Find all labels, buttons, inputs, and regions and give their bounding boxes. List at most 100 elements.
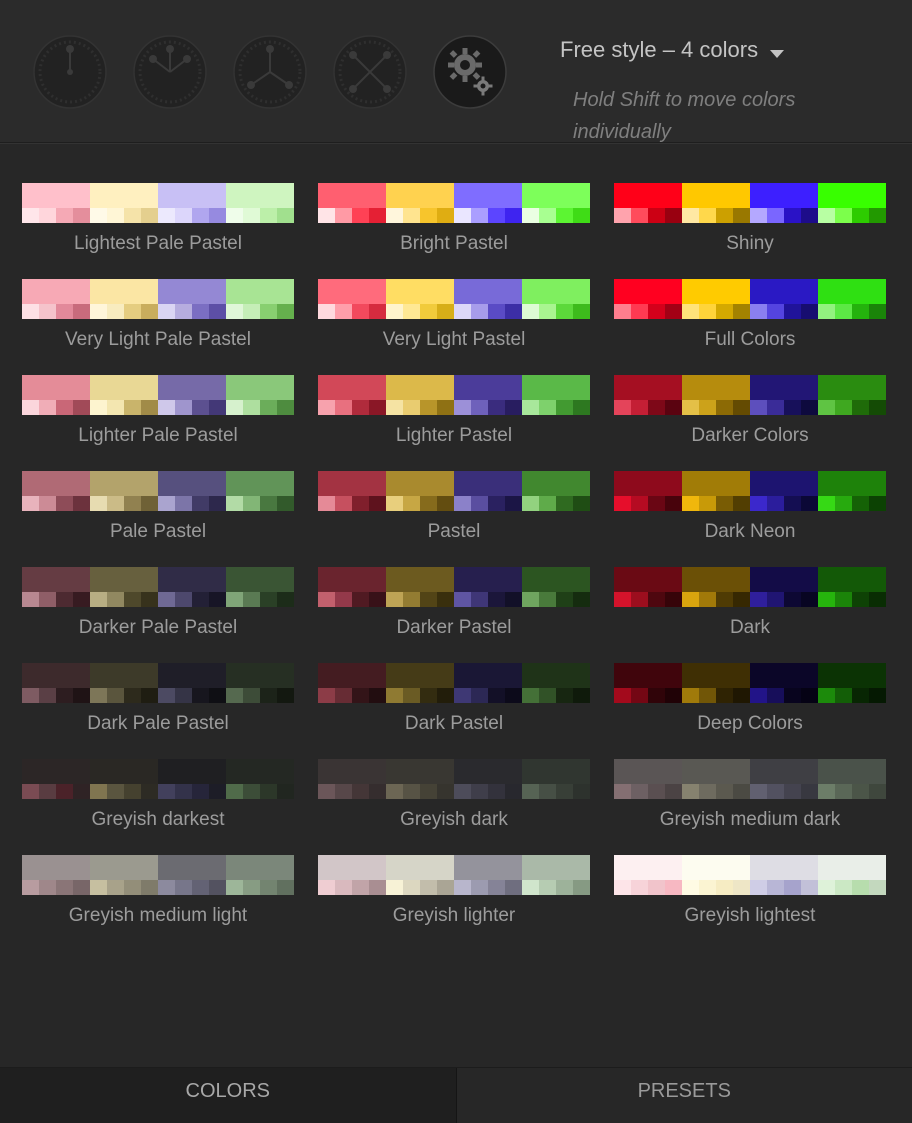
color-swatch — [318, 567, 386, 607]
main-color-swatch — [90, 183, 158, 208]
preset-item[interactable]: Darker Pastel — [318, 567, 590, 645]
preset-item[interactable]: Greyish lighter — [318, 855, 590, 933]
shade-swatch — [420, 304, 437, 319]
shade-swatch — [665, 208, 682, 223]
main-color-swatch — [682, 663, 750, 688]
shade-row — [818, 880, 886, 895]
preset-item[interactable]: Greyish medium light — [22, 855, 294, 933]
shade-swatch — [335, 688, 352, 703]
shade-row — [454, 592, 522, 607]
shade-row — [318, 304, 386, 319]
wheel-3-colors-icon[interactable] — [233, 35, 307, 109]
preset-item[interactable]: Lightest Pale Pastel — [22, 183, 294, 261]
preset-item[interactable]: Greyish lightest — [614, 855, 886, 933]
wheel-4-colors-icon[interactable] — [333, 35, 407, 109]
color-swatch — [818, 663, 886, 703]
shade-swatch — [90, 688, 107, 703]
preset-item[interactable]: Pastel — [318, 471, 590, 549]
shade-swatch — [454, 208, 471, 223]
color-swatch — [454, 279, 522, 319]
shade-row — [750, 592, 818, 607]
preset-item[interactable]: Darker Pale Pastel — [22, 567, 294, 645]
color-swatch — [90, 759, 158, 799]
shade-swatch — [420, 688, 437, 703]
main-color-swatch — [318, 183, 386, 208]
color-swatch — [22, 375, 90, 415]
mode-dropdown[interactable]: Free style – 4 colors — [560, 36, 784, 64]
preset-item[interactable]: Dark Neon — [614, 471, 886, 549]
shade-swatch — [784, 880, 801, 895]
main-color-swatch — [226, 567, 294, 592]
shade-swatch — [539, 592, 556, 607]
shade-row — [318, 496, 386, 511]
preset-item[interactable]: Dark Pale Pastel — [22, 663, 294, 741]
shade-swatch — [192, 592, 209, 607]
color-swatch — [318, 759, 386, 799]
shade-swatch — [386, 880, 403, 895]
preset-item[interactable]: Very Light Pale Pastel — [22, 279, 294, 357]
shade-swatch — [767, 304, 784, 319]
shade-swatch — [488, 688, 505, 703]
preset-item[interactable]: Greyish dark — [318, 759, 590, 837]
shade-swatch — [648, 784, 665, 799]
tab-colors[interactable]: COLORS — [0, 1068, 456, 1123]
preset-swatch-strip — [318, 567, 590, 607]
color-swatch — [454, 471, 522, 511]
preset-item[interactable]: Dark — [614, 567, 886, 645]
preset-item[interactable]: Very Light Pastel — [318, 279, 590, 357]
preset-item[interactable]: Greyish darkest — [22, 759, 294, 837]
shade-row — [22, 784, 90, 799]
shade-swatch — [852, 304, 869, 319]
shade-row — [454, 784, 522, 799]
tab-presets[interactable]: PRESETS — [456, 1068, 912, 1123]
main-color-swatch — [614, 471, 682, 496]
shade-swatch — [73, 688, 90, 703]
shade-swatch — [522, 496, 539, 511]
color-swatch — [226, 183, 294, 223]
shade-swatch — [682, 784, 699, 799]
shade-swatch — [682, 304, 699, 319]
shade-swatch — [90, 400, 107, 415]
preset-item[interactable]: Deep Colors — [614, 663, 886, 741]
shade-swatch — [614, 496, 631, 511]
shade-swatch — [522, 208, 539, 223]
shade-swatch — [750, 688, 767, 703]
preset-item[interactable]: Full Colors — [614, 279, 886, 357]
color-swatch — [22, 471, 90, 511]
shade-swatch — [556, 400, 573, 415]
shade-swatch — [141, 784, 158, 799]
preset-swatch-strip — [614, 279, 886, 319]
shade-swatch — [22, 784, 39, 799]
shade-swatch — [471, 784, 488, 799]
wheel-2-colors-icon[interactable] — [133, 35, 207, 109]
shade-row — [682, 592, 750, 607]
preset-item[interactable]: Lighter Pale Pastel — [22, 375, 294, 453]
main-color-swatch — [318, 855, 386, 880]
shade-swatch — [573, 304, 590, 319]
preset-item[interactable]: Shiny — [614, 183, 886, 261]
preset-item[interactable]: Pale Pastel — [22, 471, 294, 549]
shade-swatch — [437, 496, 454, 511]
shade-swatch — [141, 208, 158, 223]
preset-item[interactable]: Greyish medium dark — [614, 759, 886, 837]
shade-swatch — [852, 880, 869, 895]
shade-row — [614, 304, 682, 319]
shade-swatch — [614, 400, 631, 415]
preset-item[interactable]: Dark Pastel — [318, 663, 590, 741]
shade-swatch — [192, 784, 209, 799]
shade-row — [454, 208, 522, 223]
color-swatch — [750, 471, 818, 511]
color-swatch — [522, 759, 590, 799]
shade-row — [818, 688, 886, 703]
wheel-1-color-icon[interactable] — [33, 35, 107, 109]
preset-swatch-strip — [22, 855, 294, 895]
preset-item[interactable]: Bright Pastel — [318, 183, 590, 261]
color-swatch — [226, 663, 294, 703]
gear-settings-icon[interactable] — [433, 35, 507, 109]
shade-swatch — [124, 688, 141, 703]
preset-item[interactable]: Darker Colors — [614, 375, 886, 453]
preset-item[interactable]: Lighter Pastel — [318, 375, 590, 453]
shade-swatch — [260, 880, 277, 895]
shade-swatch — [352, 688, 369, 703]
shade-swatch — [124, 880, 141, 895]
